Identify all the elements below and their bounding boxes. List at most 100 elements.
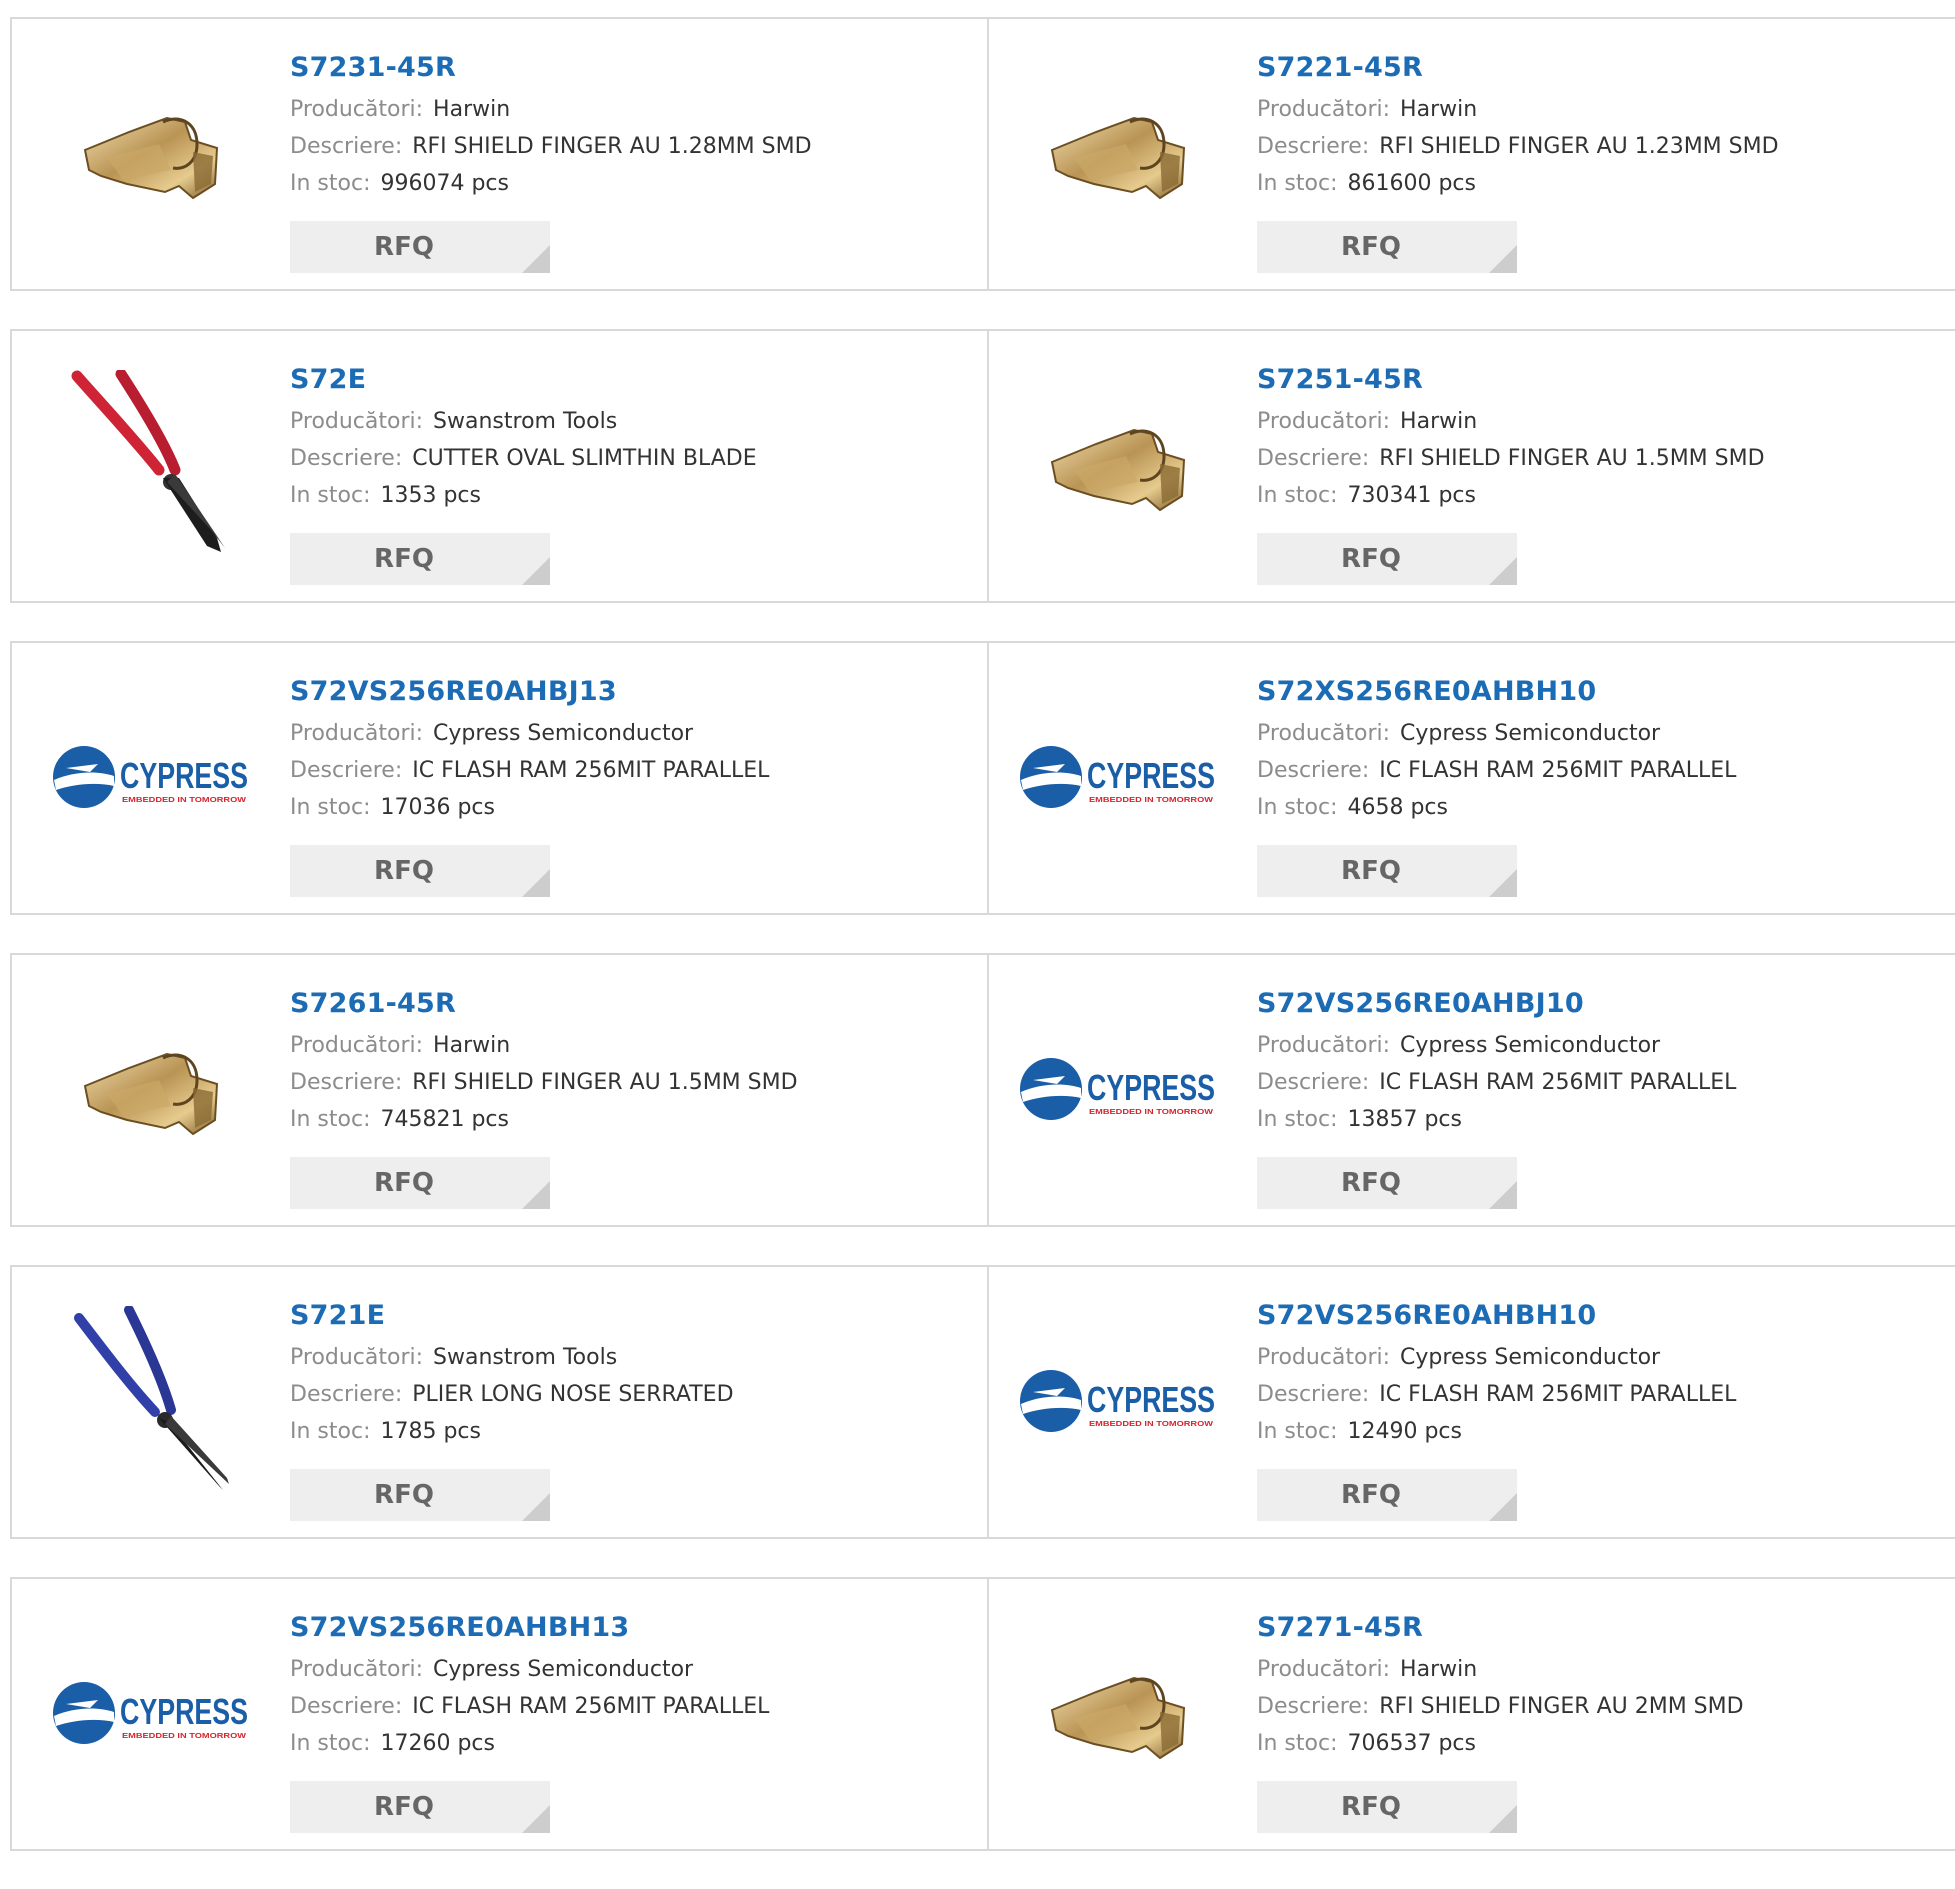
- manufacturer-label: Producători:: [1257, 721, 1391, 746]
- svg-text:EMBEDDED IN TOMORROW: EMBEDDED IN TOMORROW: [1089, 1421, 1214, 1428]
- product-info: S72VS256RE0AHBJ13 Producători: Cypress Se…: [290, 673, 977, 826]
- product-grid: S7231-45R Producători: Harwin Descriere: R…: [10, 17, 1955, 1889]
- part-number-link[interactable]: S72VS256RE0AHBH13: [290, 1609, 977, 1651]
- description-value: IC FLASH RAM 256MIT PARALLEL: [412, 758, 770, 783]
- rfq-corner-decoration: [1489, 869, 1517, 897]
- rfq-button[interactable]: RFQ: [290, 1781, 550, 1833]
- stock-value: 730341 pcs: [1347, 483, 1476, 508]
- cypress-logo[interactable]: CYPRESS EMBEDDED IN TOMORROW: [52, 677, 252, 877]
- manufacturer-value: Cypress Semiconductor: [1400, 1033, 1661, 1058]
- cypress-logo-graphic: CYPRESSEMBEDDED IN TOMORROW: [1020, 1058, 1215, 1120]
- svg-text:CYPRESS: CYPRESS: [120, 1691, 248, 1732]
- manufacturer-value: Harwin: [1400, 97, 1478, 122]
- rfq-corner-decoration: [522, 1805, 550, 1833]
- manufacturer-label: Producători:: [1257, 1345, 1391, 1370]
- stock-value: 996074 pcs: [380, 171, 509, 196]
- product-row: S7261-45R Producători: Harwin Descriere: R…: [10, 953, 1955, 1227]
- stock-row: In stoc: 745821 pcs: [290, 1101, 977, 1138]
- description-label: Descriere:: [1257, 446, 1370, 471]
- description-row: Descriere: RFI SHIELD FINGER AU 2MM SMD: [1257, 1688, 1945, 1725]
- cypress-logo-graphic: CYPRESSEMBEDDED IN TOMORROW: [1020, 746, 1215, 808]
- svg-text:EMBEDDED IN TOMORROW: EMBEDDED IN TOMORROW: [122, 797, 247, 804]
- shield-finger-graphic: [83, 1052, 219, 1136]
- red-cutter-image[interactable]: [52, 365, 252, 565]
- stock-row: In stoc: 861600 pcs: [1257, 165, 1945, 202]
- part-number-link[interactable]: S72VS256RE0AHBJ10: [1257, 985, 1945, 1027]
- product-card: CYPRESS EMBEDDED IN TOMORROW S72VS256RE0A…: [989, 953, 1955, 1227]
- description-row: Descriere: CUTTER OVAL SLIMTHIN BLADE: [290, 440, 977, 477]
- description-value: IC FLASH RAM 256MIT PARALLEL: [1379, 1382, 1737, 1407]
- product-card: S7261-45R Producători: Harwin Descriere: R…: [10, 953, 989, 1227]
- shield-finger-graphic: [1050, 116, 1186, 200]
- manufacturer-row: Producători: Swanstrom Tools: [290, 403, 977, 440]
- part-number-link[interactable]: S721E: [290, 1297, 977, 1339]
- product-row: CYPRESS EMBEDDED IN TOMORROW S72VS256RE0A…: [10, 641, 1955, 915]
- part-number-link[interactable]: S72VS256RE0AHBH10: [1257, 1297, 1945, 1339]
- stock-value: 745821 pcs: [380, 1107, 509, 1132]
- rfq-button[interactable]: RFQ: [290, 533, 550, 585]
- rfq-button[interactable]: RFQ: [1257, 1781, 1517, 1833]
- part-number-link[interactable]: S7251-45R: [1257, 361, 1945, 403]
- blue-plier-image[interactable]: [52, 1301, 252, 1501]
- cypress-logo[interactable]: CYPRESS EMBEDDED IN TOMORROW: [52, 1613, 252, 1813]
- svg-text:EMBEDDED IN TOMORROW: EMBEDDED IN TOMORROW: [1089, 1109, 1214, 1116]
- rfq-button[interactable]: RFQ: [290, 1469, 550, 1521]
- description-value: PLIER LONG NOSE SERRATED: [412, 1382, 734, 1407]
- description-row: Descriere: IC FLASH RAM 256MIT PARALLEL: [1257, 1376, 1945, 1413]
- rfq-button[interactable]: RFQ: [1257, 1157, 1517, 1209]
- stock-value: 12490 pcs: [1347, 1419, 1462, 1444]
- cypress-logo-graphic: CYPRESSEMBEDDED IN TOMORROW: [53, 746, 248, 808]
- part-number-link[interactable]: S72E: [290, 361, 977, 403]
- part-number-link[interactable]: S72XS256RE0AHBH10: [1257, 673, 1945, 715]
- stock-label: In stoc:: [1257, 1731, 1338, 1756]
- rfq-button[interactable]: RFQ: [1257, 533, 1517, 585]
- part-number-link[interactable]: S7261-45R: [290, 985, 977, 1027]
- product-row: CYPRESS EMBEDDED IN TOMORROW S72VS256RE0A…: [10, 1577, 1955, 1851]
- manufacturer-label: Producători:: [290, 1345, 424, 1370]
- rfq-button-label: RFQ: [374, 1168, 434, 1198]
- stock-value: 17260 pcs: [380, 1731, 495, 1756]
- rfq-button[interactable]: RFQ: [290, 221, 550, 273]
- rfq-button[interactable]: RFQ: [1257, 845, 1517, 897]
- cypress-logo[interactable]: CYPRESS EMBEDDED IN TOMORROW: [1019, 677, 1219, 877]
- shield-finger-image[interactable]: [52, 989, 252, 1189]
- stock-row: In stoc: 1353 pcs: [290, 477, 977, 514]
- stock-row: In stoc: 17260 pcs: [290, 1725, 977, 1762]
- rfq-button-label: RFQ: [374, 232, 434, 262]
- stock-value: 861600 pcs: [1347, 171, 1476, 196]
- manufacturer-row: Producători: Cypress Semiconductor: [290, 1651, 977, 1688]
- rfq-button-label: RFQ: [1341, 1792, 1401, 1822]
- stock-label: In stoc:: [1257, 1419, 1338, 1444]
- manufacturer-row: Producători: Cypress Semiconductor: [290, 715, 977, 752]
- shield-finger-image[interactable]: [52, 53, 252, 253]
- product-info: S7261-45R Producători: Harwin Descriere: R…: [290, 985, 977, 1138]
- cypress-logo[interactable]: CYPRESS EMBEDDED IN TOMORROW: [1019, 1301, 1219, 1501]
- blue-plier-graphic: [74, 1306, 229, 1490]
- rfq-corner-decoration: [522, 1493, 550, 1521]
- part-number-link[interactable]: S72VS256RE0AHBJ13: [290, 673, 977, 715]
- shield-finger-image[interactable]: [1019, 365, 1219, 565]
- product-card: CYPRESS EMBEDDED IN TOMORROW S72VS256RE0A…: [10, 641, 989, 915]
- description-value: RFI SHIELD FINGER AU 1.5MM SMD: [1379, 446, 1765, 471]
- part-number-link[interactable]: S7221-45R: [1257, 49, 1945, 91]
- rfq-button-label: RFQ: [1341, 544, 1401, 574]
- description-value: RFI SHIELD FINGER AU 1.28MM SMD: [412, 134, 812, 159]
- rfq-button[interactable]: RFQ: [290, 1157, 550, 1209]
- rfq-button[interactable]: RFQ: [1257, 1469, 1517, 1521]
- description-label: Descriere:: [290, 134, 403, 159]
- part-number-link[interactable]: S7231-45R: [290, 49, 977, 91]
- description-row: Descriere: IC FLASH RAM 256MIT PARALLEL: [1257, 1064, 1945, 1101]
- stock-value: 13857 pcs: [1347, 1107, 1462, 1132]
- description-value: RFI SHIELD FINGER AU 1.23MM SMD: [1379, 134, 1779, 159]
- rfq-button[interactable]: RFQ: [1257, 221, 1517, 273]
- shield-finger-image[interactable]: [1019, 1613, 1219, 1813]
- shield-finger-image[interactable]: [1019, 53, 1219, 253]
- svg-text:EMBEDDED IN TOMORROW: EMBEDDED IN TOMORROW: [1089, 797, 1214, 804]
- manufacturer-row: Producători: Cypress Semiconductor: [1257, 1339, 1945, 1376]
- stock-value: 17036 pcs: [380, 795, 495, 820]
- product-card: S7251-45R Producători: Harwin Descriere: R…: [989, 329, 1955, 603]
- part-number-link[interactable]: S7271-45R: [1257, 1609, 1945, 1651]
- rfq-button-label: RFQ: [1341, 232, 1401, 262]
- cypress-logo[interactable]: CYPRESS EMBEDDED IN TOMORROW: [1019, 989, 1219, 1189]
- rfq-button[interactable]: RFQ: [290, 845, 550, 897]
